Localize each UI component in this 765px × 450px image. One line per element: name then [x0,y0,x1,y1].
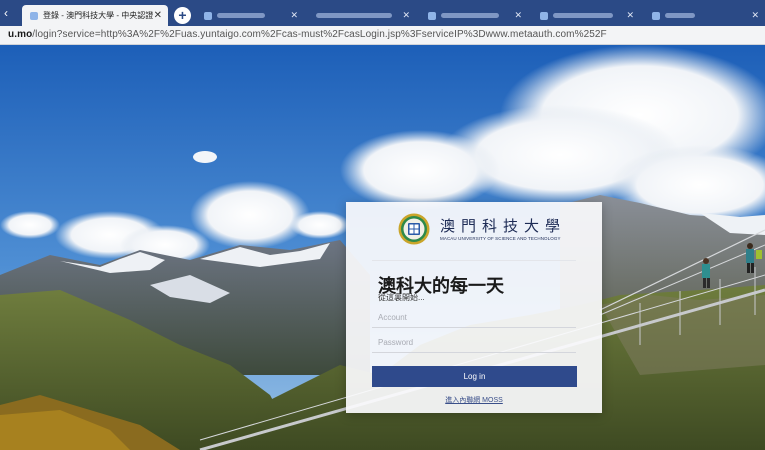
tab-background[interactable]: ✕ [308,5,416,26]
url-text[interactable]: u.mo/login?service=http%3A%2F%2Fuas.yunt… [8,29,607,40]
password-input[interactable] [372,333,576,353]
favicon-icon [428,11,436,20]
close-tab-icon[interactable]: ✕ [402,5,410,26]
browser-tab-bar: ‹ 登錄 - 澳門科技大學 - 中央認證 ✕ + ✕ ✕ ✕ ✕ ✕ [0,0,765,26]
tab-title-blurred [665,13,695,19]
close-tab-icon[interactable]: ✕ [626,5,634,26]
tab-title-blurred [553,13,613,19]
tab-background[interactable]: ✕ [644,5,765,26]
address-bar[interactable]: u.mo/login?service=http%3A%2F%2Fuas.yunt… [0,26,765,45]
logo-english-name: MACAU UNIVERSITY OF SCIENCE AND TECHNOLO… [440,236,561,241]
tab-background[interactable]: ✕ [420,5,528,26]
tab-active[interactable]: 登錄 - 澳門科技大學 - 中央認證 ✕ [22,5,168,26]
tab-title-blurred [441,13,499,19]
moss-intranet-link[interactable]: 進入內聯網 MOSS [346,395,602,405]
tab-background[interactable]: ✕ [196,5,304,26]
close-tab-icon[interactable]: ✕ [751,5,759,26]
favicon-icon [540,11,548,20]
tab-title-blurred [217,13,265,19]
favicon-icon [652,11,660,20]
login-button[interactable]: Log in [372,366,577,387]
university-seal-icon [398,213,430,245]
favicon-icon [30,11,38,20]
url-host: u.mo [8,29,33,40]
close-tab-icon[interactable]: ✕ [514,5,522,26]
account-input[interactable] [372,308,576,328]
favicon-icon [204,11,212,20]
tab-background[interactable]: ✕ [532,5,640,26]
logo-chinese-name: 澳門科技大學 [440,217,567,235]
new-tab-button[interactable]: + [174,7,191,24]
close-tab-icon[interactable]: ✕ [290,5,298,26]
url-path: /login?service=http%3A%2F%2Fuas.yuntaigo… [32,29,607,40]
university-logo: 澳門科技大學 MACAU UNIVERSITY OF SCIENCE AND T… [398,213,568,247]
tab-title-blurred [316,13,392,19]
login-subheadline: 從這裏開始... [378,293,425,302]
back-arrow-icon[interactable]: ‹ [4,6,18,20]
close-tab-icon[interactable]: ✕ [154,5,162,26]
tab-title: 登錄 - 澳門科技大學 - 中央認證 [43,11,154,20]
card-divider [372,260,576,261]
login-card: 澳門科技大學 MACAU UNIVERSITY OF SCIENCE AND T… [346,202,602,413]
